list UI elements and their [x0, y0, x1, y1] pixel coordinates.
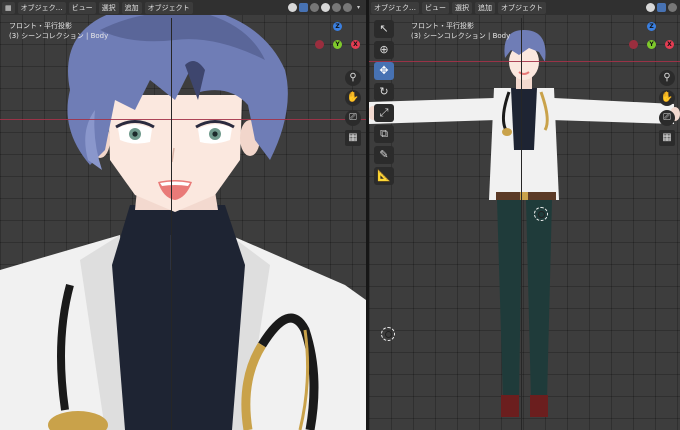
gizmo-toggle-icon[interactable] [299, 3, 308, 12]
menu-select[interactable]: 選択 [98, 1, 119, 14]
view-info: フロント・平行投影 (3) シーンコレクション | Body [411, 21, 510, 41]
rotate-icon[interactable]: ↻ [374, 83, 394, 101]
turtleneck [112, 205, 245, 430]
overlay-icon[interactable] [668, 3, 677, 12]
overlay-icon[interactable] [310, 3, 319, 12]
x-axis-line [0, 119, 366, 120]
gizmo-neg-x[interactable] [315, 40, 324, 49]
editor-type-icon[interactable]: ▦ [2, 1, 15, 14]
menu-add[interactable]: 追加 [475, 1, 495, 14]
shading-rendered-icon[interactable] [343, 3, 352, 12]
gizmo-y[interactable]: Y [333, 40, 342, 49]
3d-cursor-marker-secondary [381, 327, 395, 341]
camera-icon[interactable]: ⎚ [659, 110, 675, 126]
z-axis-line [521, 18, 522, 430]
left-leg [497, 200, 522, 400]
shading-material-icon[interactable] [332, 3, 341, 12]
measure-icon[interactable]: 📐 [374, 167, 394, 185]
navigation-controls-left: ⚲ ✋ ⎚ ▦ [345, 70, 361, 146]
grid-icon[interactable]: ▦ [345, 130, 361, 146]
character-closeup-render [0, 2, 366, 430]
zoom-icon[interactable]: ⚲ [659, 70, 675, 86]
gizmo-x[interactable]: X [351, 40, 360, 49]
move-icon[interactable]: ✥ [374, 62, 394, 80]
hand-pan-icon[interactable]: ✋ [659, 90, 675, 106]
gizmo-x[interactable]: X [665, 40, 674, 49]
view-info: フロント・平行投影 (3) シーンコレクション | Body [9, 21, 108, 41]
camera-icon[interactable]: ⎚ [345, 110, 361, 126]
right-leg [526, 200, 552, 400]
cursor-select-icon[interactable]: ↖ [374, 20, 394, 38]
blender-window: ▦ オブジェク… ビュー 選択 追加 オブジェクト ▾ フロント・平行投影 (3… [0, 0, 680, 430]
view-title: フロント・平行投影 [411, 22, 474, 30]
collection-label: (3) シーンコレクション | Body [411, 32, 511, 40]
view-title: フロント・平行投影 [9, 22, 72, 30]
toolbar: ↖ ⊕ ✥ ↻ ⤢ ⧉ ✎ 📐 [374, 20, 394, 185]
viewport-left[interactable]: ▦ オブジェク… ビュー 選択 追加 オブジェクト ▾ フロント・平行投影 (3… [0, 0, 366, 430]
grid-icon[interactable]: ▦ [659, 130, 675, 146]
menu-object[interactable]: オブジェクト [498, 1, 546, 14]
menu-view[interactable]: ビュー [422, 1, 449, 14]
3d-cursor-icon[interactable]: ⊕ [374, 41, 394, 59]
mode-select[interactable]: オブジェク… [17, 1, 66, 14]
transform-orientation-icon[interactable] [646, 3, 655, 12]
menu-object[interactable]: オブジェクト [144, 1, 193, 14]
viewport-right[interactable]: オブジェク… ビュー 選択 追加 オブジェクト フロント・平行投影 (3) シー… [369, 0, 680, 430]
scale-icon[interactable]: ⤢ [374, 104, 394, 122]
transform-orientation-icon[interactable] [288, 3, 297, 12]
annotate-icon[interactable]: ✎ [374, 146, 394, 164]
zoom-icon[interactable]: ⚲ [345, 70, 361, 86]
z-axis-line [171, 18, 172, 430]
mode-select[interactable]: オブジェク… [371, 1, 419, 14]
chevron-down-icon[interactable]: ▾ [354, 3, 363, 12]
gizmo-toggle-icon[interactable] [657, 3, 666, 12]
collection-label: (3) シーンコレクション | Body [9, 32, 109, 40]
gizmo-z[interactable]: Z [647, 22, 656, 31]
navigation-gizmo-left[interactable]: Z Y X [313, 22, 363, 72]
3d-cursor-marker [534, 207, 548, 221]
right-arm [551, 98, 674, 124]
transform-icon[interactable]: ⧉ [374, 125, 394, 143]
navigation-gizmo-right[interactable]: Z Y X [627, 22, 677, 72]
gizmo-neg-x[interactable] [629, 40, 638, 49]
gizmo-y[interactable]: Y [647, 40, 656, 49]
shading-solid-icon[interactable] [321, 3, 330, 12]
navigation-controls-right: ⚲ ✋ ⎚ ▦ [659, 70, 675, 146]
gizmo-z[interactable]: Z [333, 22, 342, 31]
hand-pan-icon[interactable]: ✋ [345, 90, 361, 106]
viewport-header-left: ▦ オブジェク… ビュー 選択 追加 オブジェクト ▾ [0, 0, 366, 15]
menu-view[interactable]: ビュー [68, 1, 96, 14]
menu-select[interactable]: 選択 [452, 1, 472, 14]
menu-add[interactable]: 追加 [121, 1, 142, 14]
viewport-header-right: オブジェク… ビュー 選択 追加 オブジェクト [369, 0, 680, 15]
